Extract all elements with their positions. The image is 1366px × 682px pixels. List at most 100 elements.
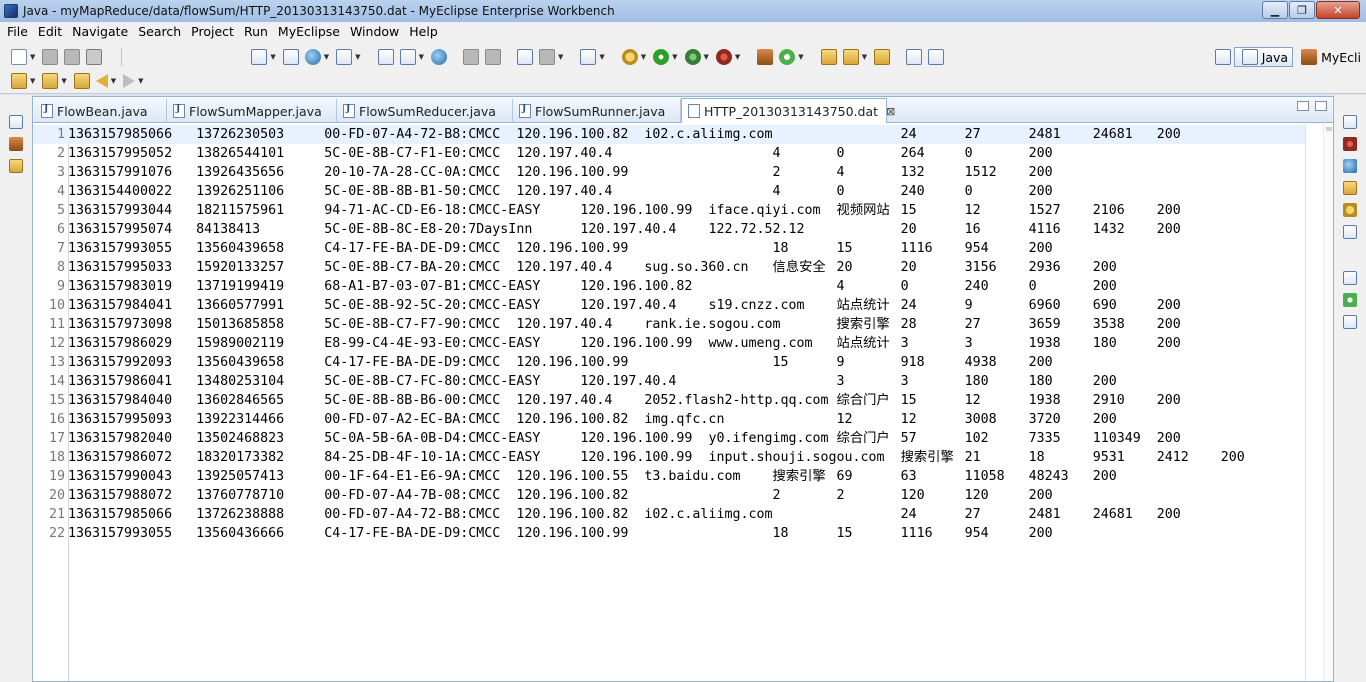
menu-help[interactable]: Help [404,22,443,42]
deploy-icon[interactable] [304,49,321,65]
previous-annotation-dropdown-icon[interactable]: ▼ [61,77,66,85]
restore-outline-icon[interactable] [1343,271,1357,285]
back-arrow-icon[interactable] [95,74,108,88]
menu-run[interactable]: Run [239,22,273,42]
hierarchy-icon[interactable] [9,159,23,173]
external-tools-dropdown-icon[interactable]: ▼ [735,53,740,61]
text-line[interactable]: 15 1363157984040 13602846565 5C-0E-8B-8B-… [33,391,1305,410]
debug-dropdown-icon[interactable]: ▼ [641,53,646,61]
next-annotation-dropdown-icon[interactable]: ▼ [30,77,35,85]
restore-view-icon[interactable] [9,115,23,129]
link-icon[interactable] [462,49,479,65]
refresh-dropdown-icon[interactable]: ▼ [798,53,803,61]
toggle-mark-icon[interactable] [906,49,923,65]
problems-icon[interactable] [1343,137,1357,151]
close-window-button[interactable]: ✕ [1316,1,1360,19]
external-tools-icon[interactable] [715,49,732,65]
perspective-java-button[interactable]: Java [1233,47,1294,67]
report-icon[interactable] [516,49,533,65]
previous-annotation-icon[interactable] [42,73,59,89]
perspective-myeclipse-button[interactable]: MyEcli [1293,47,1366,67]
overview-marker[interactable] [1326,127,1332,131]
text-line[interactable]: 5 1363157993044 18211575961 94-71-AC-CD-E… [33,201,1305,220]
text-line[interactable]: 21 1363157985066 13726238888 00-FD-07-A4-… [33,505,1305,524]
text-line[interactable]: 22 1363157993055 13560436666 C4-17-FE-BA-… [33,524,1305,543]
search-dropdown-icon[interactable]: ▼ [355,53,360,61]
text-line[interactable]: 4 1363154400022 13926251106 5C-0E-8B-8B-B… [33,182,1305,201]
package-dropdown-icon[interactable]: ▼ [419,53,424,61]
new-dropdown-icon[interactable]: ▼ [30,53,35,61]
text-line[interactable]: 9 1363157983019 13719199419 68-A1-B7-03-0… [33,277,1305,296]
menu-search[interactable]: Search [133,22,186,42]
open-type-icon[interactable] [282,49,299,65]
pen-dropdown-icon[interactable]: ▼ [862,53,867,61]
tab-flowsumrunner[interactable]: FlowSumRunner.java [513,99,681,123]
declaration-icon[interactable] [1343,181,1357,195]
back-dropdown-icon[interactable]: ▼ [111,77,116,85]
open-perspective-icon[interactable] [1214,49,1231,65]
text-line[interactable]: 17 1363157982040 13502468823 5C-0A-5B-6A-… [33,429,1305,448]
package-explorer-icon[interactable] [9,137,23,151]
debug-bug-icon[interactable] [621,49,638,65]
text-line[interactable]: 14 1363157986041 13480253104 5C-0E-8B-C7-… [33,372,1305,391]
overview-ruler[interactable] [1323,124,1333,681]
text-line[interactable]: 11 1363157973098 15013685858 5C-0E-8B-C7-… [33,315,1305,334]
servers-icon[interactable] [1343,203,1357,217]
text-line[interactable]: 7 1363157993055 13560439658 C4-17-FE-BA-D… [33,239,1305,258]
open-folder-icon[interactable] [820,49,837,65]
maximize-editor-icon[interactable] [1315,101,1327,111]
package-icon[interactable] [399,49,416,65]
javadoc-icon[interactable] [1343,159,1357,173]
tab-flowsummapper[interactable]: FlowSumMapper.java [167,99,337,123]
save-icon[interactable] [42,49,59,65]
outline-icon[interactable] [1343,293,1357,307]
new-project-dropdown-icon[interactable]: ▼ [270,53,275,61]
tab-flowbean[interactable]: FlowBean.java [35,99,167,123]
server-icon[interactable] [377,49,394,65]
menu-navigate[interactable]: Navigate [67,22,133,42]
run-icon[interactable] [653,49,670,65]
text-line[interactable]: 16 1363157995093 13922314466 00-FD-07-A2-… [33,410,1305,429]
menu-window[interactable]: Window [345,22,404,42]
text-line[interactable]: 13 1363157992093 13560439658 C4-17-FE-BA-… [33,353,1305,372]
print-icon[interactable] [86,49,103,65]
new-file-icon[interactable] [11,49,27,65]
close-tab-icon[interactable]: ⊠ [886,105,895,118]
new-class-icon[interactable] [757,49,774,65]
monitor-icon[interactable] [580,49,597,65]
sync-dropdown-icon[interactable]: ▼ [558,53,563,61]
forward-dropdown-icon[interactable]: ▼ [138,77,143,85]
console-icon[interactable] [1343,225,1357,239]
text-line[interactable]: 18 1363157986072 18320173382 84-25-DB-4F-… [33,448,1305,467]
editor-vertical-scrollbar[interactable] [1305,124,1333,681]
save-all-icon[interactable] [64,49,81,65]
task-list-icon[interactable] [1343,315,1357,329]
text-line[interactable]: 6 1363157995074 84138413 5C-0E-8B-8C-E8-2… [33,220,1305,239]
text-line[interactable]: 2 1363157995052 13826544101 5C-0E-8B-C7-F… [33,144,1305,163]
browser-icon[interactable] [430,49,447,65]
search-icon[interactable] [336,49,353,65]
minimize-button[interactable]: ▁ [1262,1,1288,19]
menu-file[interactable]: File [2,22,33,42]
sync-icon[interactable] [538,49,555,65]
text-line[interactable]: 19 1363157990043 13925057413 00-1F-64-E1-… [33,467,1305,486]
next-annotation-icon[interactable] [11,73,27,89]
show-whitespace-icon[interactable] [928,49,945,65]
new-project-icon[interactable] [251,49,268,65]
text-line[interactable]: 10 1363157984041 13660577991 5C-0E-8B-92-… [33,296,1305,315]
text-line[interactable]: 3 1363157991076 13926435656 20-10-7A-28-C… [33,163,1305,182]
deploy-dropdown-icon[interactable]: ▼ [324,53,329,61]
menu-myeclipse[interactable]: MyEclipse [273,22,345,42]
monitor-dropdown-icon[interactable]: ▼ [599,53,604,61]
minimize-editor-icon[interactable] [1297,101,1309,111]
refresh-icon[interactable] [779,49,796,65]
maximize-button[interactable]: ❐ [1289,1,1315,19]
forward-arrow-icon[interactable] [123,74,136,88]
text-editor[interactable]: 1 1363157985066 13726230503 00-FD-07-A4-7… [33,124,1305,681]
coverage-dropdown-icon[interactable]: ▼ [704,53,709,61]
text-line[interactable]: 8 1363157995033 15920133257 5C-0E-8B-C7-B… [33,258,1305,277]
pen-icon[interactable] [842,49,859,65]
text-line[interactable]: 12 1363157986029 15989002119 E8-99-C4-4E-… [33,334,1305,353]
run-dropdown-icon[interactable]: ▼ [672,53,677,61]
text-line[interactable]: 20 1363157988072 13760778710 00-FD-07-A4-… [33,486,1305,505]
